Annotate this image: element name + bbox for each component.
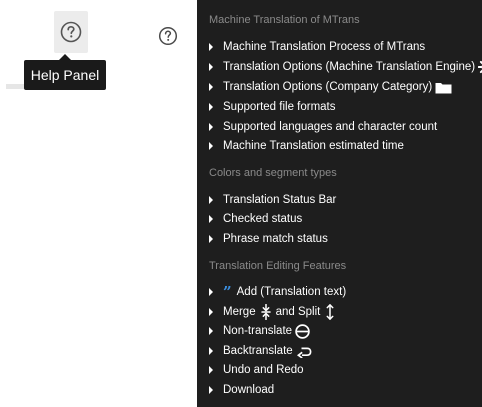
question-circle-icon	[60, 21, 82, 43]
section-title-machine-translation: Machine Translation of MTrans	[209, 14, 360, 26]
help-panel-tooltip: Help Panel	[24, 54, 106, 90]
caret-right-icon	[209, 386, 213, 394]
menu-item-label: Checked status	[223, 213, 303, 225]
menu-item-label: Add (Translation text)	[236, 286, 347, 298]
caret-right-icon	[209, 196, 213, 204]
menu-item-label: Non-translate	[223, 325, 293, 337]
menu-item-non-translate[interactable]: Non-translate	[209, 322, 310, 340]
menu-item-label: Phrase match status	[223, 233, 328, 245]
gear-icon	[478, 59, 482, 75]
menu-item-label: Download	[223, 384, 275, 396]
split-arrows-icon	[325, 304, 335, 320]
caret-right-icon	[209, 235, 213, 243]
menu-item-languages[interactable]: Supported languages and character count	[209, 118, 437, 136]
caret-right-icon	[209, 63, 213, 71]
tooltip-label: Help Panel	[30, 67, 100, 83]
caret-right-icon	[209, 43, 213, 51]
menu-item-backtranslate[interactable]: Backtranslate	[209, 342, 312, 360]
caret-right-icon	[209, 103, 213, 111]
section-title-colors: Colors and segment types	[209, 167, 337, 179]
menu-item-label: Translation Options (Company Category)	[223, 81, 433, 93]
menu-item-add[interactable]: ” Add (Translation text)	[209, 283, 346, 301]
caret-right-icon	[209, 366, 213, 374]
menu-item-label: Merge	[223, 306, 256, 318]
section-title-editing: Translation Editing Features	[209, 260, 347, 272]
caret-right-icon	[209, 215, 213, 223]
caret-right-icon	[209, 142, 213, 150]
merge-arrows-icon	[260, 304, 271, 320]
help-menu-panel: Machine Translation of MTrans Machine Tr…	[197, 0, 482, 407]
screen: Help Panel Machine Translation of MTrans…	[0, 0, 482, 407]
question-circle-icon[interactable]	[158, 26, 178, 46]
menu-item-label: Translation Status Bar	[223, 194, 337, 206]
menu-item-checked-status[interactable]: Checked status	[209, 210, 302, 228]
caret-right-icon	[209, 327, 213, 335]
return-arrow-icon	[296, 344, 312, 358]
minus-circle-icon	[295, 323, 310, 339]
menu-item-download[interactable]: Download	[209, 381, 274, 399]
menu-item-label: Supported file formats	[223, 101, 336, 113]
menu-item-file-formats[interactable]: Supported file formats	[209, 98, 336, 116]
help-button[interactable]	[54, 11, 88, 53]
menu-item-category-options[interactable]: Translation Options (Company Category)	[209, 78, 452, 96]
caret-right-icon	[209, 123, 213, 131]
menu-item-label: and Split	[275, 306, 321, 318]
folder-icon	[435, 81, 452, 94]
caret-right-icon	[209, 288, 213, 296]
menu-item-label: Machine Translation estimated time	[223, 140, 404, 152]
menu-item-status-bar[interactable]: Translation Status Bar	[209, 191, 336, 209]
quote-icon: ”	[223, 282, 232, 301]
caret-right-icon	[209, 347, 213, 355]
menu-item-phrase-match[interactable]: Phrase match status	[209, 230, 328, 248]
menu-item-engine-options[interactable]: Translation Options (Machine Translation…	[209, 58, 482, 76]
menu-item-label: Backtranslate	[223, 345, 293, 357]
caret-right-icon	[209, 83, 213, 91]
menu-item-merge-split[interactable]: Merge and Split	[209, 303, 335, 321]
caret-right-icon	[209, 308, 213, 316]
menu-item-label: Machine Translation Process of MTrans	[223, 41, 426, 53]
menu-item-label: Undo and Redo	[223, 364, 304, 376]
menu-item-mt-process[interactable]: Machine Translation Process of MTrans	[209, 38, 425, 56]
menu-item-label: Translation Options (Machine Translation…	[223, 61, 476, 73]
menu-item-undo-redo[interactable]: Undo and Redo	[209, 361, 304, 379]
menu-item-label: Supported languages and character count	[223, 121, 438, 133]
menu-item-estimated-time[interactable]: Machine Translation estimated time	[209, 137, 404, 155]
